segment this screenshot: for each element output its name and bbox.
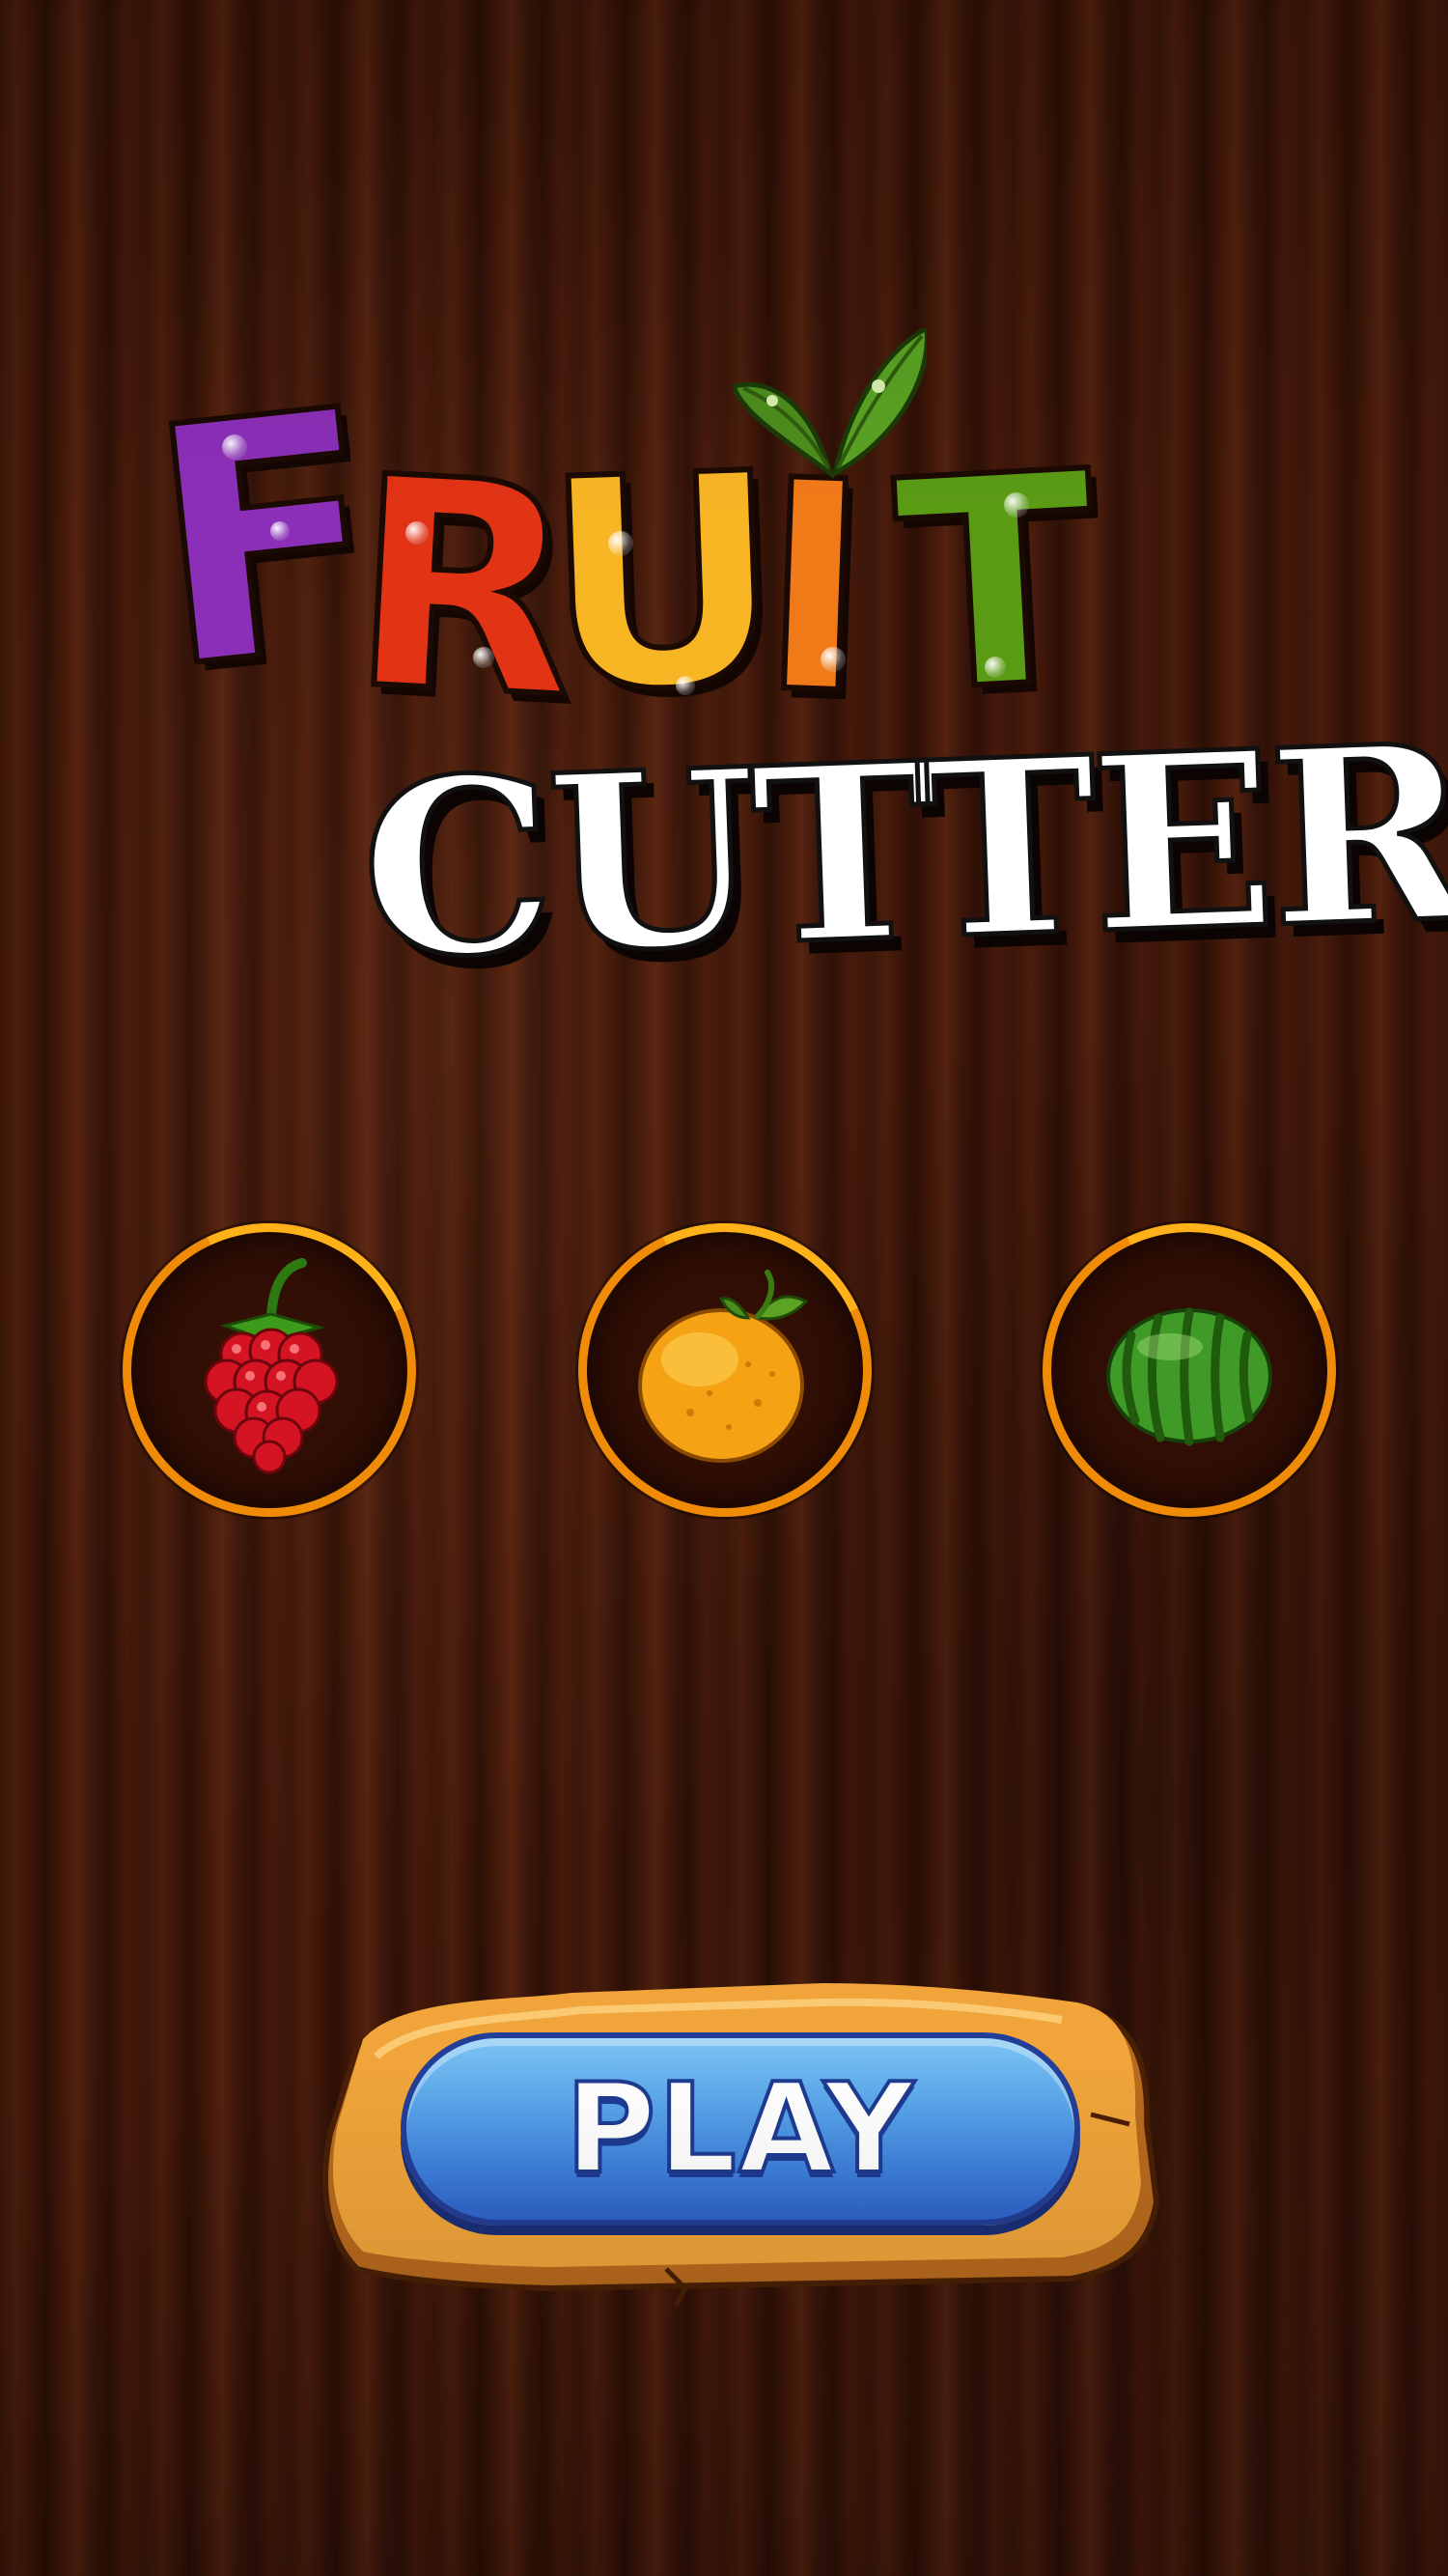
watermelon-icon [1106,1307,1272,1446]
water-drop [222,434,247,460]
title-fruit: F R U I T [132,328,1107,766]
play-button[interactable]: PLAY [401,2032,1080,2226]
water-drop [270,521,290,541]
title-cutter: CUTTER [354,687,1448,1015]
water-drop [676,676,695,695]
fruit-option-raspberry[interactable] [123,1223,416,1517]
water-drop [473,647,494,668]
water-drop [985,657,1006,678]
fruit-option-orange[interactable] [578,1223,872,1517]
water-drop [405,521,429,545]
orange-icon [638,1270,809,1463]
water-drop [608,531,633,556]
fruit-option-watermelon[interactable] [1043,1223,1336,1517]
water-drop [1004,492,1029,518]
water-drop [821,647,846,672]
raspberry-icon [204,1258,339,1474]
leaf-icon [734,328,927,480]
play-button-label: PLAY [564,2056,916,2203]
game-screen: F R U I T CUTTER PLAY [0,0,1448,2576]
